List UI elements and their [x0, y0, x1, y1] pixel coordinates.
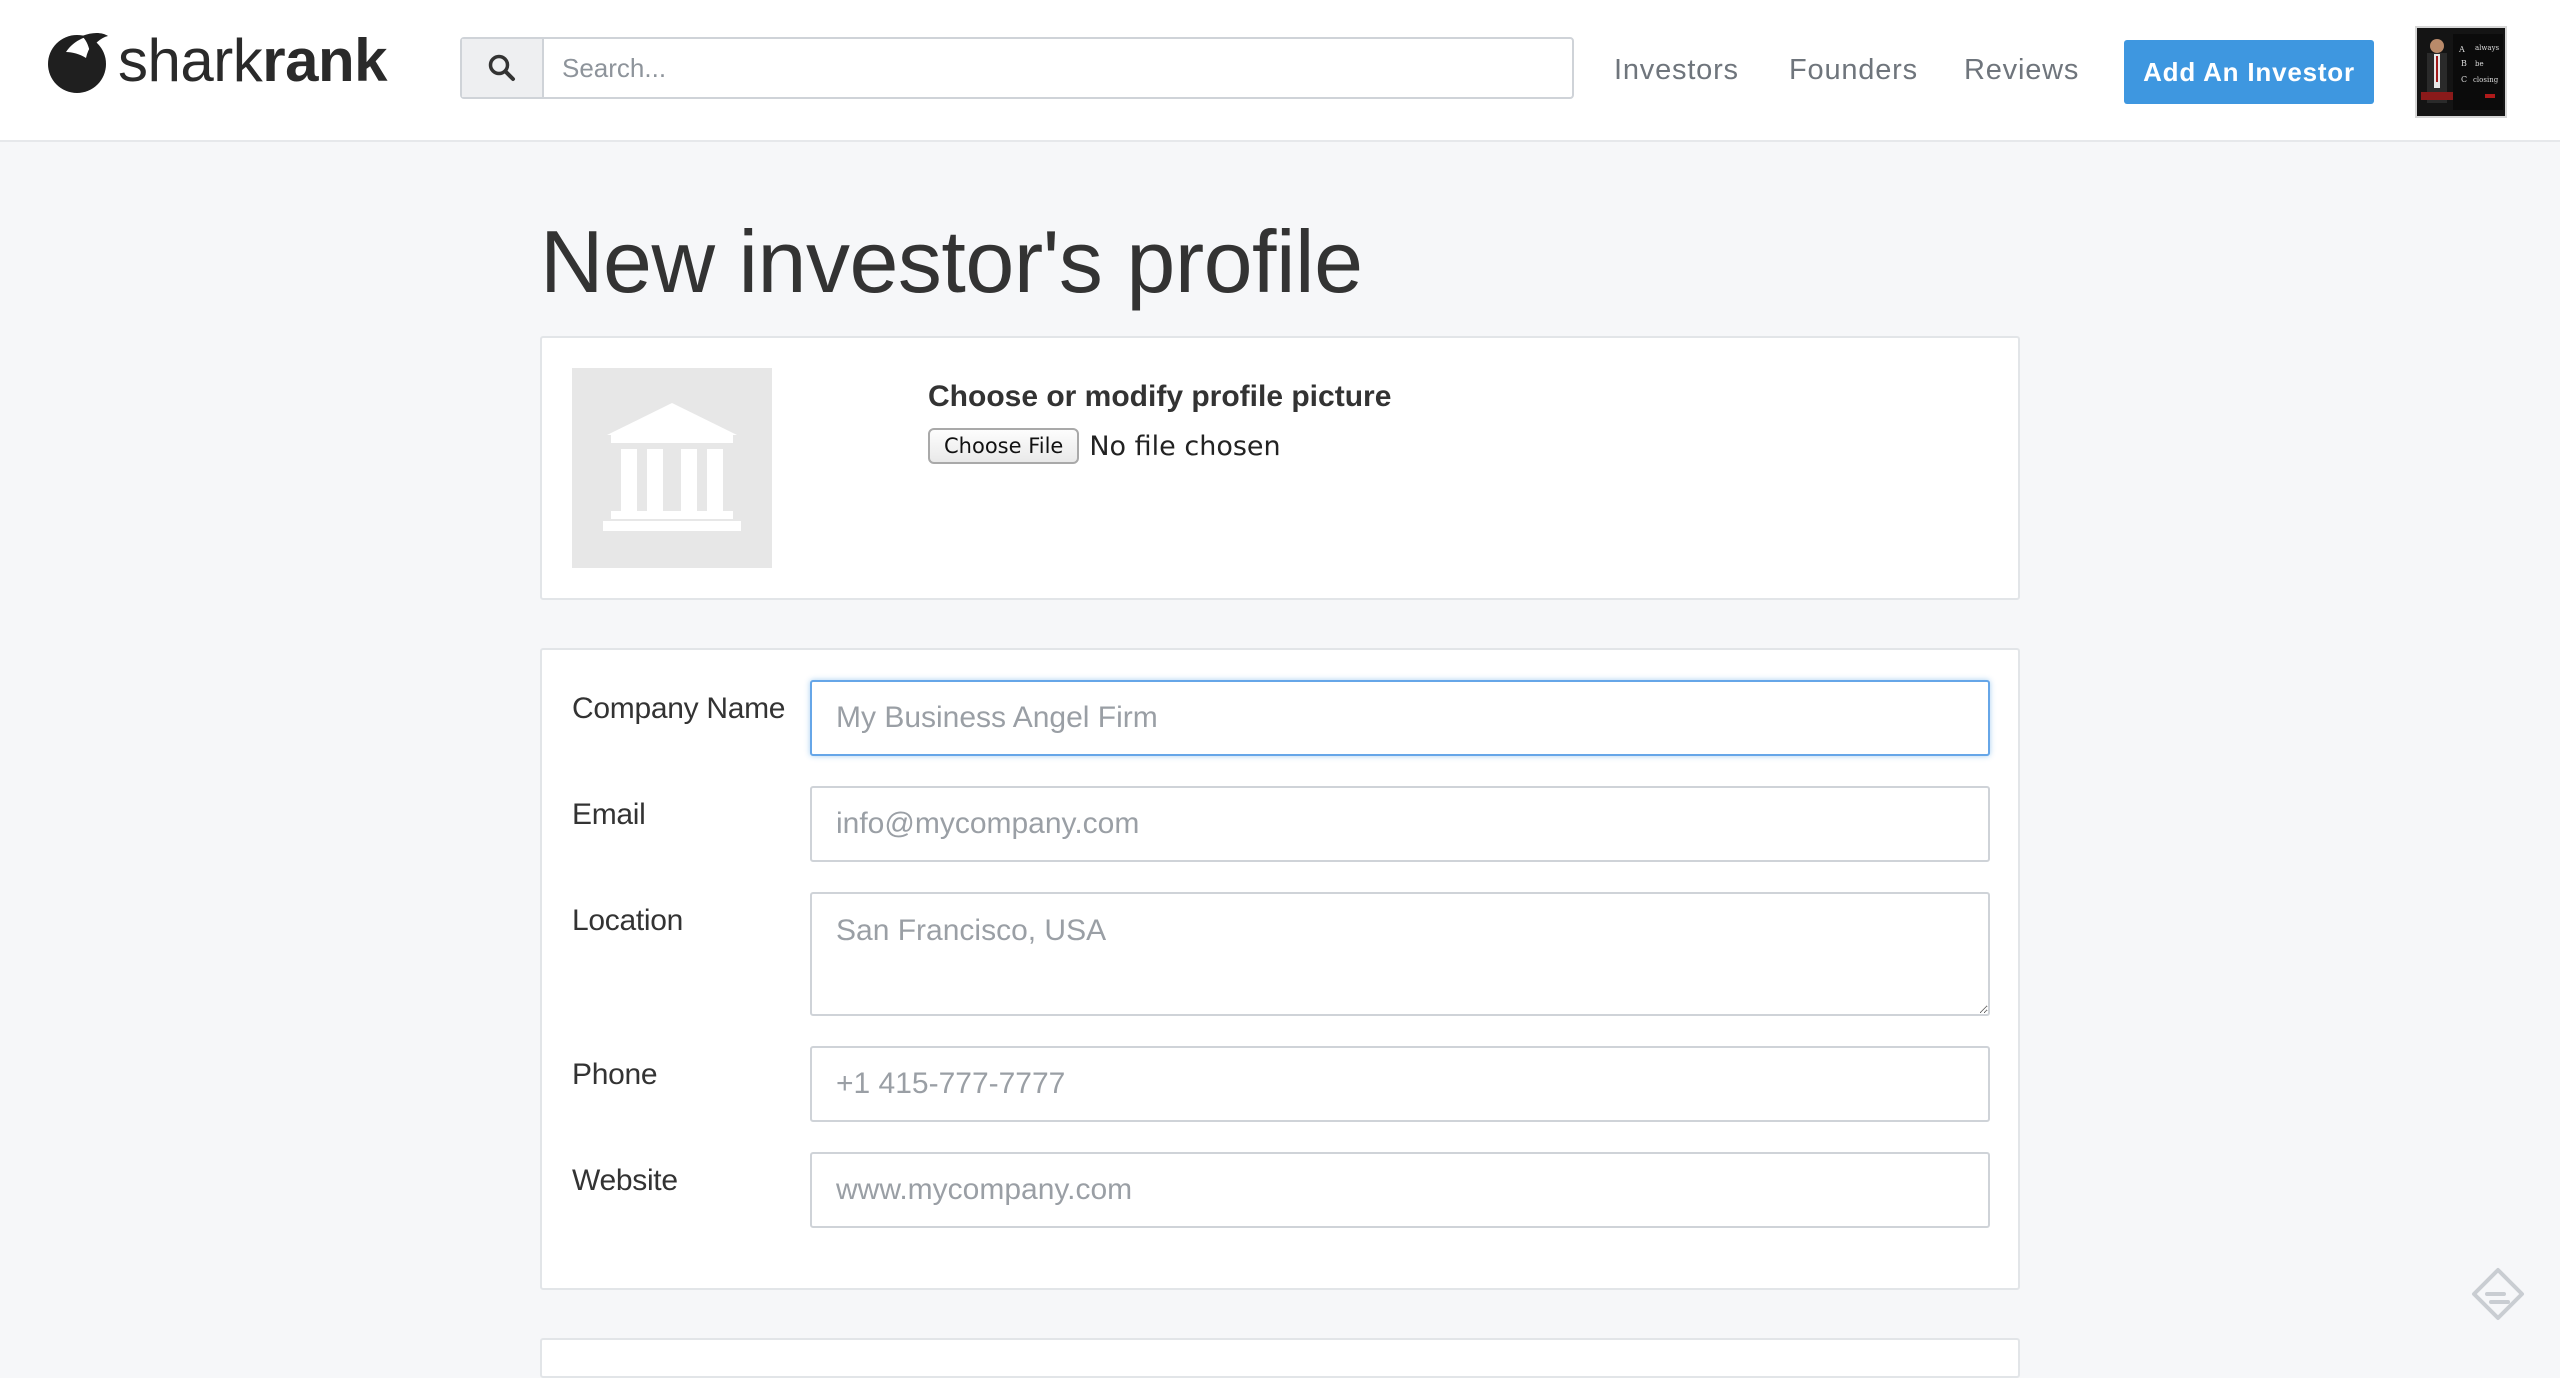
- choose-file-button[interactable]: Choose File: [928, 428, 1080, 464]
- search-button[interactable]: [462, 39, 544, 97]
- phone-input[interactable]: [810, 1046, 1990, 1122]
- logo-text-light: shark: [118, 27, 263, 94]
- nav-founders[interactable]: Founders: [1789, 54, 1918, 87]
- email-input[interactable]: [810, 786, 1990, 862]
- location-label: Location: [572, 904, 684, 937]
- sharkrank-logo[interactable]: sharkrank: [44, 24, 387, 98]
- file-input: Choose File No file chosen: [928, 428, 1281, 464]
- search-bar: [460, 37, 1574, 99]
- phone-label: Phone: [572, 1058, 658, 1091]
- email-label: Email: [572, 798, 646, 831]
- next-panel: [540, 1338, 2020, 1378]
- bank-building-icon: [603, 403, 741, 531]
- company-name-label: Company Name: [572, 692, 786, 725]
- svg-text:be: be: [2475, 60, 2484, 68]
- page-title: New investor's profile: [540, 212, 1363, 311]
- svg-text:always: always: [2475, 44, 2500, 52]
- website-label: Website: [572, 1164, 678, 1197]
- top-navbar: sharkrank Investors Founders Reviews Add…: [0, 0, 2560, 142]
- nav-reviews[interactable]: Reviews: [1964, 54, 2079, 87]
- feedback-icon[interactable]: [2470, 1266, 2526, 1322]
- svg-text:C: C: [2461, 75, 2467, 84]
- logo-text-bold: rank: [262, 27, 387, 94]
- search-input[interactable]: [544, 39, 1572, 97]
- profile-picture-panel: Choose or modify profile picture Choose …: [540, 336, 2020, 600]
- location-textarea[interactable]: [810, 892, 1990, 1016]
- add-investor-button[interactable]: Add An Investor: [2124, 40, 2374, 104]
- website-input[interactable]: [810, 1152, 1990, 1228]
- file-status: No file chosen: [1089, 430, 1281, 462]
- svg-text:closing: closing: [2473, 76, 2499, 84]
- svg-text:B: B: [2461, 59, 2467, 68]
- company-name-input[interactable]: [810, 680, 1990, 756]
- avatar-image: A always B be C closing: [2417, 28, 2505, 116]
- nav-investors[interactable]: Investors: [1614, 54, 1739, 87]
- profile-picture-placeholder: [572, 368, 772, 568]
- user-avatar[interactable]: A always B be C closing: [2415, 26, 2507, 118]
- search-icon: [488, 54, 515, 81]
- shark-logo-icon: [48, 33, 108, 93]
- svg-text:A: A: [2458, 45, 2465, 54]
- profile-picture-heading: Choose or modify profile picture: [928, 380, 1392, 413]
- investor-details-form: Company Name Email Location Phone Websit…: [540, 648, 2020, 1290]
